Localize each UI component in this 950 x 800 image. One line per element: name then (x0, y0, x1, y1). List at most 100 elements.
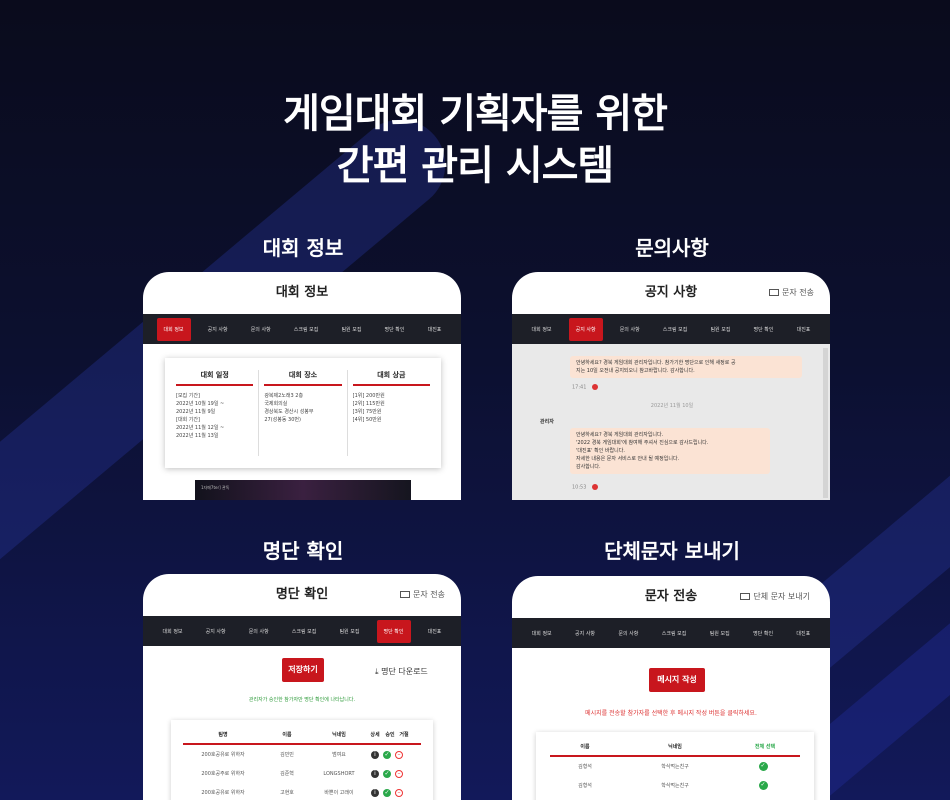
send-sms-link[interactable]: 문자 전송 (400, 574, 445, 616)
check-icon[interactable]: ✓ (758, 781, 768, 790)
selection-instruction: 메시지를 전송할 참가자를 선택한 후 메시지 작성 버튼을 클릭하세요. (585, 710, 757, 717)
nav-item-bracket[interactable]: 대진표 (422, 322, 448, 337)
nav-item-bracket[interactable]: 대진표 (791, 322, 817, 337)
message-thread[interactable]: 안녕하세요? 경북 게임대회 관리자입니다. 참가기한 명단으로 인해 새정로 … (512, 344, 830, 500)
card-title: 대회 정보 (275, 285, 329, 300)
save-button[interactable]: 저장하기 (282, 658, 324, 682)
reject-icon[interactable]: – (395, 769, 403, 778)
nav-item-bracket[interactable]: 대진표 (790, 626, 816, 641)
envelope-icon (769, 289, 780, 296)
info-line: [4위] 50만원 (352, 417, 382, 423)
nav-item-scrim[interactable]: 스크림 모집 (286, 624, 323, 639)
card-sms: 문자 전송 단체 문자 보내기 대회 정보 공지 사항 문의 사항 스크림 모집… (512, 576, 830, 800)
check-icon[interactable]: ✓ (383, 769, 391, 778)
compose-message-button[interactable]: 메시지 작성 (649, 668, 705, 692)
nav-item-scrim[interactable]: 스크림 모집 (657, 322, 694, 337)
nav-bar: 대회 정보 공지 사항 문의 사항 스크림 모집 팀원 모집 명단 확인 대진표 (143, 314, 461, 344)
card-title: 문자 전송 단체 문자 보내기 (512, 576, 830, 618)
table-row: 200호공유로 위하자 고현호 바쁜이 고래이 i ✓ – (183, 783, 421, 800)
info-line: [1위] 200만원 (352, 393, 385, 399)
nav-item-notice[interactable]: 공지 사항 (202, 322, 234, 337)
card-notice: 공지 사항 문자 전송 대회 정보 공지 사항 문의 사항 스크림 모집 팀원 … (512, 272, 830, 500)
col-approve: 승인 (385, 732, 395, 738)
cell-nickname: LONGSHORT (323, 770, 355, 777)
nav-item-team-recruit[interactable]: 팀원 모집 (704, 322, 736, 337)
card-title: 명단 확인 문자 전송 (143, 574, 461, 616)
info-box: 대회 일정 [모집 기간] 2022년 10월 19일 ~ 2022년 11월 … (165, 358, 441, 468)
cell-name: 김민민 (280, 752, 294, 758)
nav-item-team-recruit[interactable]: 팀원 모집 (333, 624, 365, 639)
nav-item-inquiry[interactable]: 문의 사항 (243, 624, 275, 639)
info-col-schedule: 대회 일정 [모집 기간] 2022년 10월 19일 ~ 2022년 11월 … (171, 370, 258, 456)
message-sender: 관리자 (540, 419, 554, 425)
nav-item-bracket[interactable]: 대진표 (422, 624, 448, 639)
row-select: ✓ (730, 762, 800, 771)
nav-item-inquiry[interactable]: 문의 사항 (612, 626, 644, 641)
reject-icon[interactable]: – (395, 750, 403, 759)
select-all-toggle[interactable]: 전체 선택 (730, 743, 800, 750)
row-actions: i ✓ – (367, 750, 411, 759)
message-bubble: 안녕하세요? 경북 게임대회 관리자입니다. '2022 경북 게임대회'에 참… (570, 428, 770, 474)
cell-nickname: 학식먹는친구 (661, 764, 689, 770)
send-sms-label: 문자 전송 (782, 288, 814, 297)
nav-item-tournament-info[interactable]: 대회 정보 (156, 317, 191, 341)
nav-item-notice[interactable]: 공지 사항 (569, 626, 601, 641)
send-group-sms-link[interactable]: 단체 문자 보내기 (740, 576, 810, 618)
info-col-venue: 대회 장소 광복제2노래3 2층 국제회의실 경상북도 경산시 성봉부 27(성… (258, 370, 346, 456)
nav-item-team-recruit[interactable]: 팀원 모집 (704, 626, 736, 641)
nav-item-roster[interactable]: 명단 확인 (748, 322, 780, 337)
table-row: 김형석 학식먹는친구 ✓ (550, 776, 800, 795)
envelope-icon (400, 591, 411, 598)
delete-icon[interactable] (592, 484, 599, 490)
card-roster: 명단 확인 문자 전송 대회 정보 공지 사항 문의 사항 스크림 모집 팀원 … (143, 574, 461, 800)
nav-item-inquiry[interactable]: 문의 사항 (614, 322, 646, 337)
headline-line-2: 간편 관리 시스템 (336, 143, 614, 189)
cell-name: 고현호 (280, 790, 294, 796)
message-line: 지는 10일 오전내 공지되오니 참고바랍니다. 감사합니다. (576, 368, 695, 374)
info-icon[interactable]: i (371, 750, 379, 759)
info-line: [2위] 115만원 (352, 401, 385, 407)
row-select: ✓ (730, 781, 800, 790)
card-title: 공지 사항 문자 전송 (512, 272, 830, 314)
download-icon: ⤓ (375, 667, 379, 676)
message-line: 감사합니다. (576, 464, 601, 470)
nav-item-roster[interactable]: 명단 확인 (747, 626, 779, 641)
info-line: 국제회의실 (264, 401, 288, 407)
reject-icon[interactable]: – (395, 788, 403, 797)
card-title-text: 명단 확인 (275, 587, 329, 602)
nav-item-notice[interactable]: 공지 사항 (568, 317, 603, 341)
check-icon[interactable]: ✓ (383, 750, 391, 759)
check-icon[interactable]: ✓ (758, 762, 768, 771)
download-roster-button[interactable]: ⤓ 명단 다운로드 (375, 666, 428, 677)
cell-nickname: 학식먹는친구 (661, 783, 689, 789)
message-meta: 17:41 (572, 384, 599, 391)
section-title-inquiry: 문의사항 (635, 236, 709, 260)
cell-nickname: 범여요 (332, 752, 346, 758)
nav-item-roster[interactable]: 명단 확인 (376, 619, 411, 643)
nav-item-roster[interactable]: 명단 확인 (379, 322, 411, 337)
message-bubble: 안녕하세요? 경북 게임대회 관리자입니다. 참가기한 명단으로 인해 새정로 … (570, 356, 802, 378)
send-sms-label: 단체 문자 보내기 (753, 592, 810, 601)
nav-item-notice[interactable]: 공지 사항 (200, 624, 232, 639)
nav-item-tournament-info[interactable]: 대회 정보 (526, 626, 558, 641)
col-team: 팀명 (218, 732, 228, 738)
delete-icon[interactable] (592, 384, 599, 390)
info-line: 27(성봉동 30번) (264, 417, 301, 423)
info-line: [대회 기간] (176, 417, 200, 423)
send-sms-link[interactable]: 문자 전송 (769, 272, 814, 314)
check-icon[interactable]: ✓ (383, 788, 391, 797)
headline-line-1: 게임대회 기획자를 위한 (283, 91, 668, 137)
nav-item-team-recruit[interactable]: 팀원 모집 (335, 322, 367, 337)
info-icon[interactable]: i (371, 788, 379, 797)
col-name: 이름 (282, 732, 292, 738)
table-header: 이름 닉네임 전체 선택 (550, 738, 800, 757)
scrollbar[interactable] (823, 348, 828, 498)
nav-item-tournament-info[interactable]: 대회 정보 (526, 322, 558, 337)
info-icon[interactable]: i (371, 769, 379, 778)
nav-item-tournament-info[interactable]: 대회 정보 (157, 624, 189, 639)
approval-note: 관리자가 승인한 참가자만 명단 확인에 나타납니다. (248, 697, 356, 703)
nav-item-scrim[interactable]: 스크림 모집 (288, 322, 325, 337)
cell-team: 200호공주로 위하자 (201, 771, 245, 777)
nav-item-inquiry[interactable]: 문의 사항 (245, 322, 277, 337)
nav-item-scrim[interactable]: 스크림 모집 (656, 626, 693, 641)
